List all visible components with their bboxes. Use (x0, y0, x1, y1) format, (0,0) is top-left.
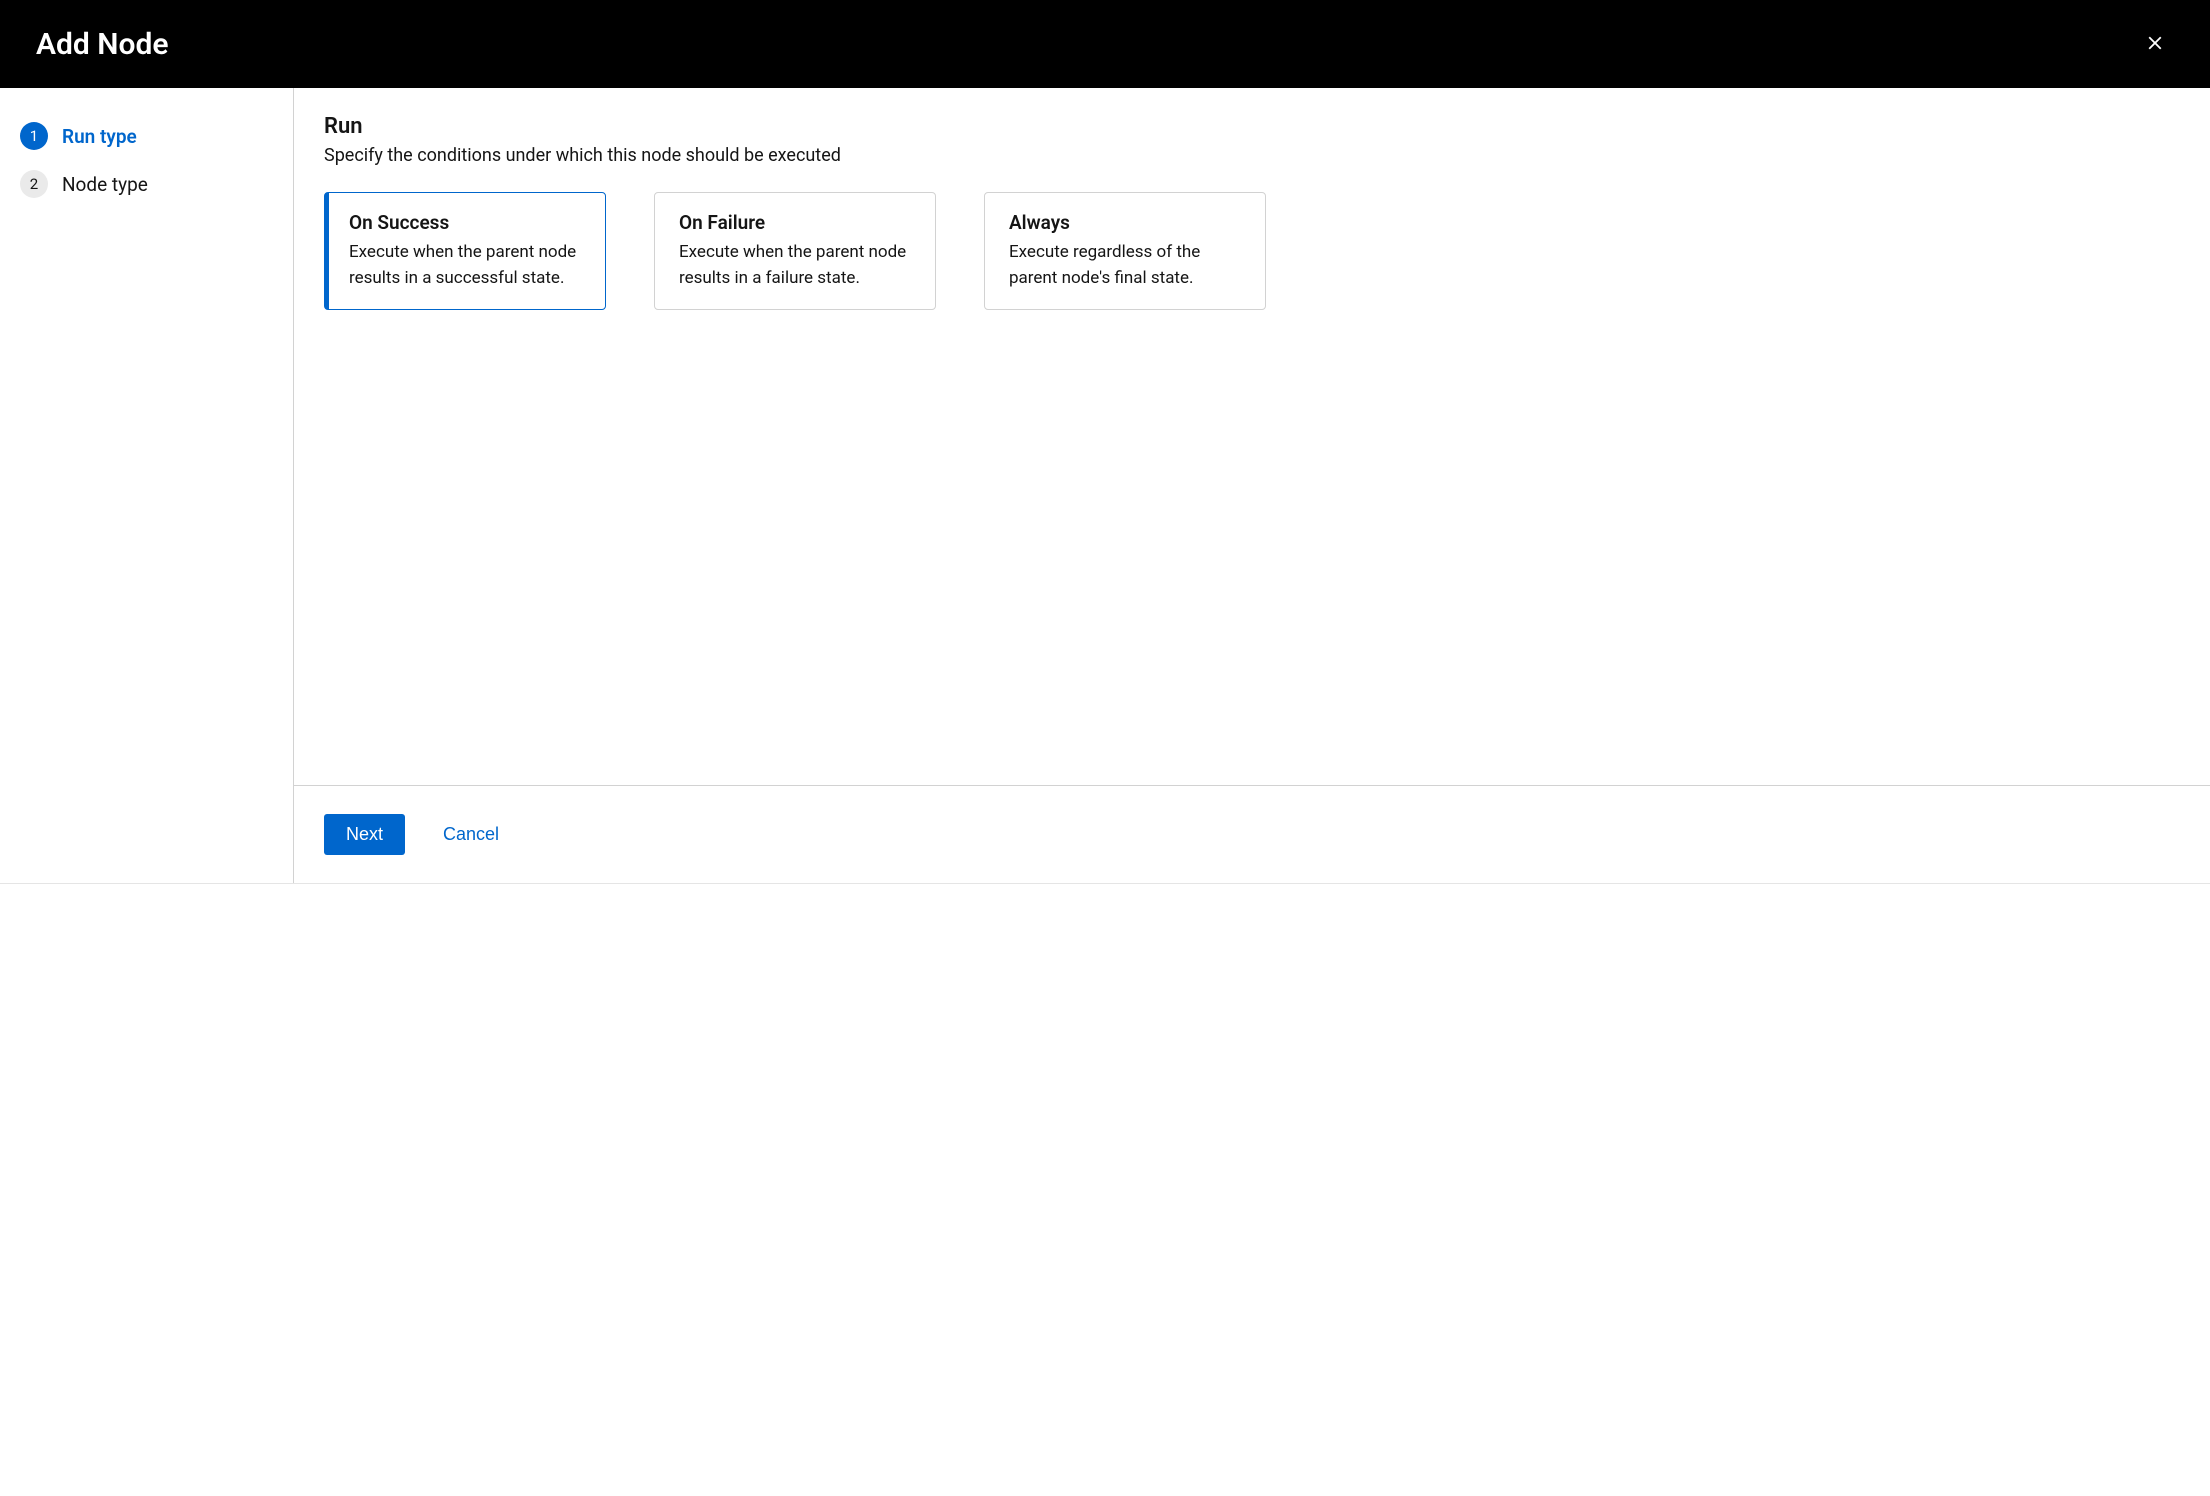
modal-title: Add Node (36, 27, 169, 62)
section-title: Run (324, 114, 2180, 139)
content-area: Run Specify the conditions under which t… (294, 88, 2210, 785)
option-always[interactable]: Always Execute regardless of the parent … (984, 192, 1266, 310)
wizard-step-node-type[interactable]: 2 Node type (20, 160, 273, 208)
step-label: Node type (62, 173, 148, 196)
option-description: Execute when the parent node results in … (349, 240, 581, 291)
next-button[interactable]: Next (324, 814, 405, 855)
wizard-step-run-type[interactable]: 1 Run type (20, 112, 273, 160)
step-number-badge: 2 (20, 170, 48, 198)
option-title: On Success (349, 211, 581, 234)
close-icon (2144, 32, 2166, 57)
option-title: Always (1009, 211, 1241, 234)
wizard-footer: Next Cancel (294, 785, 2210, 883)
step-number-badge: 1 (20, 122, 48, 150)
modal-header: Add Node (0, 0, 2210, 88)
close-button[interactable] (2136, 24, 2174, 65)
option-on-success[interactable]: On Success Execute when the parent node … (324, 192, 606, 310)
run-type-options: On Success Execute when the parent node … (324, 192, 2180, 310)
cancel-button[interactable]: Cancel (443, 814, 499, 855)
main-panel: Run Specify the conditions under which t… (294, 88, 2210, 883)
wizard-steps-sidebar: 1 Run type 2 Node type (0, 88, 294, 883)
option-description: Execute regardless of the parent node's … (1009, 240, 1241, 291)
section-description: Specify the conditions under which this … (324, 145, 2180, 166)
option-title: On Failure (679, 211, 911, 234)
option-description: Execute when the parent node results in … (679, 240, 911, 291)
step-label: Run type (62, 125, 137, 148)
option-on-failure[interactable]: On Failure Execute when the parent node … (654, 192, 936, 310)
modal-body: 1 Run type 2 Node type Run Specify the c… (0, 88, 2210, 883)
